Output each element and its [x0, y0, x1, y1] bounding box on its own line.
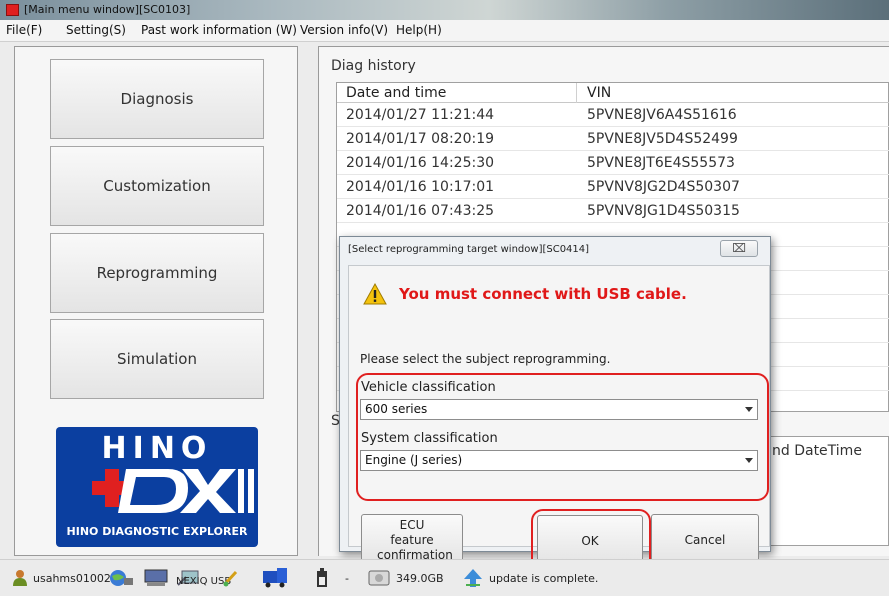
title-bar: [Main menu window][SC0103] [0, 0, 889, 20]
select-prompt: Please select the subject reprogramming. [360, 352, 611, 366]
column-divider [576, 83, 577, 103]
menu-help[interactable]: Help(H) [396, 23, 442, 37]
col-date-header[interactable]: Date and time [346, 85, 446, 101]
menu-past-work[interactable]: Past work information (W) [141, 23, 297, 37]
table-row[interactable]: 2014/01/16 14:25:30 5PVNE8JT6E4S55573 [337, 152, 889, 175]
disk-space: 349.0GB [396, 572, 444, 585]
customization-label: Customization [103, 177, 211, 195]
battery-icon [317, 568, 327, 587]
hino-dx-logo: HINO HINO DIAGNOSTIC EXPLORER [56, 427, 258, 547]
dialog-body: You must connect with USB cable. Please … [348, 265, 770, 577]
table-row[interactable]: 2014/01/16 10:17:01 5PVNV8JG2D4S50307 [337, 176, 889, 199]
table-row[interactable]: 2014/01/27 11:21:44 5PVNE8JV6A4S51616 [337, 104, 889, 127]
table-row[interactable]: 2014/01/16 07:43:25 5PVNV8JG1D4S50315 [337, 200, 889, 223]
diagnosis-button[interactable]: Diagnosis [50, 59, 264, 139]
dx2-logo-mark [92, 469, 254, 513]
col-vin-header[interactable]: VIN [587, 85, 611, 101]
menu-setting[interactable]: Setting(S) [66, 23, 126, 37]
status-bar: usahms010022 NEXIQ USB - 349.0GB update … [0, 559, 889, 596]
dialog-title: [Select reprogramming target window][SC0… [348, 244, 590, 255]
disk-icon [368, 570, 390, 586]
menu-file[interactable]: File(F) [6, 23, 42, 37]
row-vin: 5PVNV8JG2D4S50307 [587, 179, 740, 195]
simulation-label: Simulation [117, 350, 197, 368]
lower-table-header[interactable]: nd DateTime [772, 443, 862, 459]
vehicle-icon [263, 568, 287, 588]
ok-label: OK [581, 534, 599, 548]
table-header: Date and time VIN [337, 83, 889, 103]
row-date: 2014/01/16 14:25:30 [346, 155, 495, 171]
left-nav-panel: Diagnosis Customization Reprogramming Si… [14, 46, 298, 556]
user-name: usahms010022 [33, 572, 118, 585]
row-vin: 5PVNE8JT6E4S55573 [587, 155, 735, 171]
vehicle-classification-value: 600 series [365, 402, 428, 416]
cancel-label: Cancel [684, 533, 726, 547]
diagnosis-label: Diagnosis [120, 90, 194, 108]
logo-subtitle: HINO DIAGNOSTIC EXPLORER [66, 525, 248, 538]
system-classification-select[interactable]: Engine (J series) [360, 450, 758, 471]
row-date: 2014/01/16 07:43:25 [346, 203, 495, 219]
chevron-down-icon [745, 407, 753, 412]
system-classification-label: System classification [361, 431, 498, 446]
update-arrow-icon [464, 569, 482, 587]
vehicle-classification-label: Vehicle classification [361, 380, 496, 395]
logo-brand: HINO [101, 431, 213, 466]
menu-version[interactable]: Version info(V) [300, 23, 388, 37]
chevron-down-icon [745, 458, 753, 463]
menu-bar: File(F) Setting(S) Past work information… [0, 20, 889, 42]
select-reprogramming-dialog: [Select reprogramming target window][SC0… [339, 236, 771, 577]
row-vin: 5PVNE8JV6A4S51616 [587, 107, 737, 123]
app-icon [6, 4, 19, 16]
reprogramming-button[interactable]: Reprogramming [50, 233, 264, 313]
ecu-feature-label: ECU feature confirmation [377, 518, 453, 562]
system-classification-value: Engine (J series) [365, 453, 463, 467]
computer-icon [144, 569, 168, 586]
row-date: 2014/01/17 08:20:19 [346, 131, 495, 147]
reprogramming-label: Reprogramming [96, 264, 218, 282]
usb-warning-text: You must connect with USB cable. [399, 285, 687, 303]
update-status-text: update is complete. [489, 572, 599, 585]
battery-value: - [345, 572, 349, 585]
network-icon [110, 570, 133, 586]
row-vin: 5PVNE8JV5D4S52499 [587, 131, 738, 147]
row-date: 2014/01/27 11:21:44 [346, 107, 495, 123]
table-row[interactable]: 2014/01/17 08:20:19 5PVNE8JV5D4S52499 [337, 128, 889, 151]
window-title: [Main menu window][SC0103] [24, 3, 191, 16]
warning-icon [363, 283, 387, 305]
row-vin: 5PVNV8JG1D4S50315 [587, 203, 740, 219]
simulation-button[interactable]: Simulation [50, 319, 264, 399]
dialog-close-button[interactable]: ⌧ [720, 240, 758, 257]
link-status-icon [223, 570, 238, 587]
customization-button[interactable]: Customization [50, 146, 264, 226]
vehicle-classification-select[interactable]: 600 series [360, 399, 758, 420]
row-date: 2014/01/16 10:17:01 [346, 179, 495, 195]
diag-history-label: Diag history [331, 58, 416, 74]
user-icon [13, 570, 27, 586]
